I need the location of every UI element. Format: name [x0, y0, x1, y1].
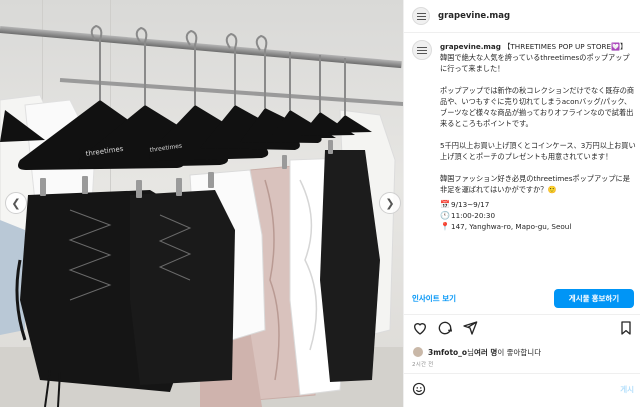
view-insights-link[interactable]: 인사이트 보기	[412, 293, 456, 304]
comment-input[interactable]	[432, 381, 592, 397]
event-date: 📅 9/13~9/17	[440, 199, 636, 210]
event-time: 🕚 11:00-20:30	[440, 210, 636, 221]
caption-text: grapevine.mag 【THREETIMES POP UP STORE💟】…	[440, 41, 636, 232]
pin-icon: 📍	[440, 222, 450, 231]
menu-lines-icon	[417, 49, 427, 51]
calendar-icon: 📅	[440, 200, 450, 209]
caption-username[interactable]: grapevine.mag	[440, 42, 501, 51]
caption-paragraph: 韓国で絶大な人気を誇っているthreetimesのポップアップに行って来ました！	[440, 53, 630, 73]
avatar[interactable]	[412, 7, 430, 25]
post-timestamp: 2시간 전	[412, 362, 434, 368]
comment-bar: 게시	[412, 378, 634, 400]
bookmark-icon[interactable]	[618, 320, 634, 336]
post-comment-button[interactable]: 게시	[620, 384, 634, 395]
liker-avatar	[412, 346, 424, 358]
comment-icon[interactable]	[437, 320, 453, 336]
event-location: 📍 147, Yanghwa-ro, Mapo-gu, Seoul	[440, 221, 636, 232]
caption-paragraph: 韓国ファッション好き必見のthreetimesポップアップに是非足を運ばれてはい…	[440, 174, 630, 194]
action-bar	[412, 320, 634, 338]
chevron-right-icon: ❯	[385, 196, 395, 210]
post-header: grapevine.mag	[404, 0, 640, 33]
caption-paragraph: 5千円以上お買い上げ頂くとコインケース、3万円以上お買い上げ頂くとポーチのプレゼ…	[440, 141, 636, 161]
promotion-bar: 인사이트 보기 게시물 홍보하기	[404, 287, 640, 309]
menu-lines-icon	[416, 15, 426, 17]
likes-summary: 3mfoto_o 님 여러 명 이 좋아합니다	[412, 346, 541, 358]
boost-post-button[interactable]: 게시물 홍보하기	[554, 288, 634, 308]
divider	[404, 314, 640, 315]
previous-photo-button[interactable]: ❮	[5, 192, 27, 214]
post-side-panel: grapevine.mag grapevine.mag 【THREETIMES …	[403, 0, 640, 407]
caption-paragraph: ポップアップでは新作の秋コレクションだけでなく既存の商品や、いつもすぐに売り切れ…	[440, 86, 635, 128]
hanger-hooks	[90, 24, 346, 115]
liker-username[interactable]: 3mfoto_o	[428, 348, 467, 357]
caption-avatar[interactable]	[412, 40, 432, 60]
event-date-text: 9/13~9/17	[451, 200, 490, 209]
share-icon[interactable]	[462, 320, 478, 336]
event-time-text: 11:00-20:30	[451, 211, 496, 220]
emoji-icon[interactable]	[412, 382, 426, 396]
next-photo-button[interactable]: ❯	[379, 192, 401, 214]
post-photo: threetimes threetimes ❮ ❯	[0, 0, 403, 407]
caption-title: 【THREETIMES POP UP STORE💟】	[503, 42, 628, 51]
caption: grapevine.mag 【THREETIMES POP UP STORE💟】…	[412, 40, 638, 280]
header-username[interactable]: grapevine.mag	[438, 11, 510, 21]
clock-icon: 🕚	[440, 211, 450, 220]
event-location-text: 147, Yanghwa-ro, Mapo-gu, Seoul	[451, 222, 572, 231]
divider	[404, 373, 640, 374]
likes-suffix-text: 이 좋아합니다	[497, 347, 542, 357]
chevron-left-icon: ❮	[11, 196, 21, 210]
heart-icon[interactable]	[412, 320, 428, 336]
clothing-illustration: threetimes threetimes	[0, 24, 396, 407]
likes-others-link[interactable]: 여러 명	[474, 347, 497, 358]
likes-middle-text: 님	[467, 347, 474, 357]
